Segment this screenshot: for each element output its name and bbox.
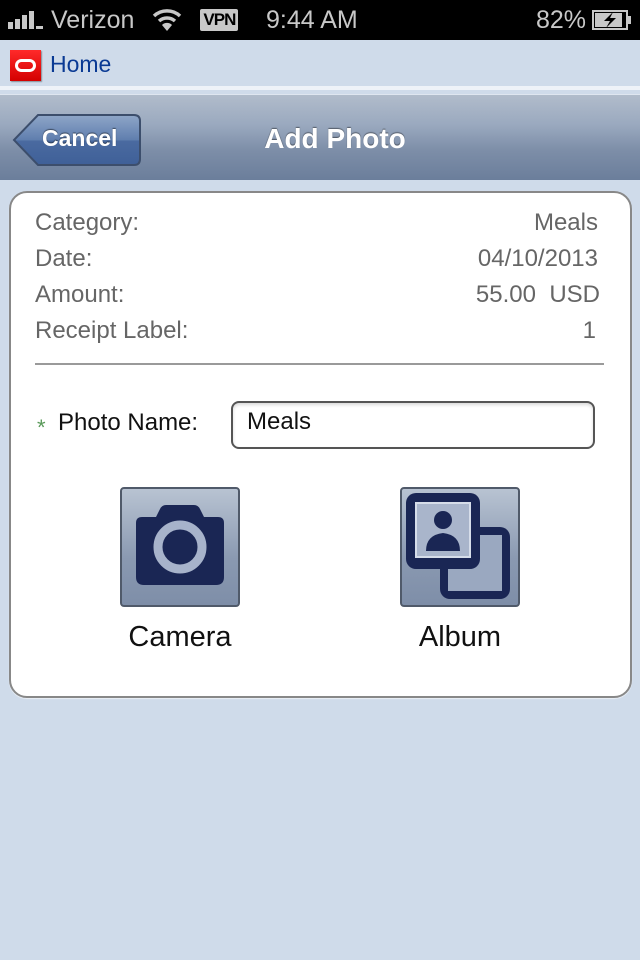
camera-label: Camera (128, 621, 232, 653)
clock: 9:44 AM (266, 6, 358, 34)
album-tile[interactable] (400, 487, 520, 607)
home-link[interactable]: Home (50, 51, 111, 78)
page-title: Add Photo (264, 123, 406, 154)
detail-row-receipt-label: Receipt Label: 1 (35, 313, 596, 349)
detail-label: Date: (35, 245, 93, 272)
detail-value: Meals (533, 209, 598, 236)
receipt-card: Category: Meals Date: 04/10/2013 Amount:… (9, 191, 632, 698)
detail-value: 04/10/2013 (477, 245, 598, 272)
status-bar: Verizon VPN 9:44 AM 82% (0, 0, 640, 40)
album-label: Album (418, 621, 502, 653)
required-marker: * (37, 415, 46, 440)
home-bar: Home (0, 40, 640, 90)
photo-name-field: * Photo Name: (37, 401, 595, 449)
detail-label: Category: (35, 209, 140, 236)
battery-percent: 82% (535, 5, 586, 34)
signal-icon (8, 11, 45, 29)
navigation-bar: Cancel Add Photo (0, 94, 640, 180)
detail-row-amount: Amount: 55.00 USD (35, 277, 600, 313)
detail-row-date: Date: 04/10/2013 (35, 241, 598, 277)
detail-value: 1 (582, 317, 596, 344)
detail-label: Amount: (35, 281, 125, 308)
battery-charging-icon (592, 10, 631, 30)
camera-button[interactable]: Camera (100, 487, 260, 654)
detail-row-category: Category: Meals (35, 205, 598, 241)
divider (35, 363, 604, 365)
camera-tile[interactable] (120, 487, 240, 607)
album-icon (406, 493, 510, 599)
photo-name-input[interactable] (231, 401, 595, 449)
detail-label: Receipt Label: (35, 317, 189, 344)
vpn-badge: VPN (200, 9, 239, 31)
oracle-logo-icon[interactable] (10, 50, 41, 81)
detail-value: 55.00 USD (475, 281, 600, 308)
camera-icon (136, 505, 224, 585)
carrier-name: Verizon (51, 5, 135, 34)
wifi-icon (153, 9, 182, 31)
album-button[interactable]: Album (380, 487, 540, 654)
photo-name-label: Photo Name: (58, 409, 199, 436)
